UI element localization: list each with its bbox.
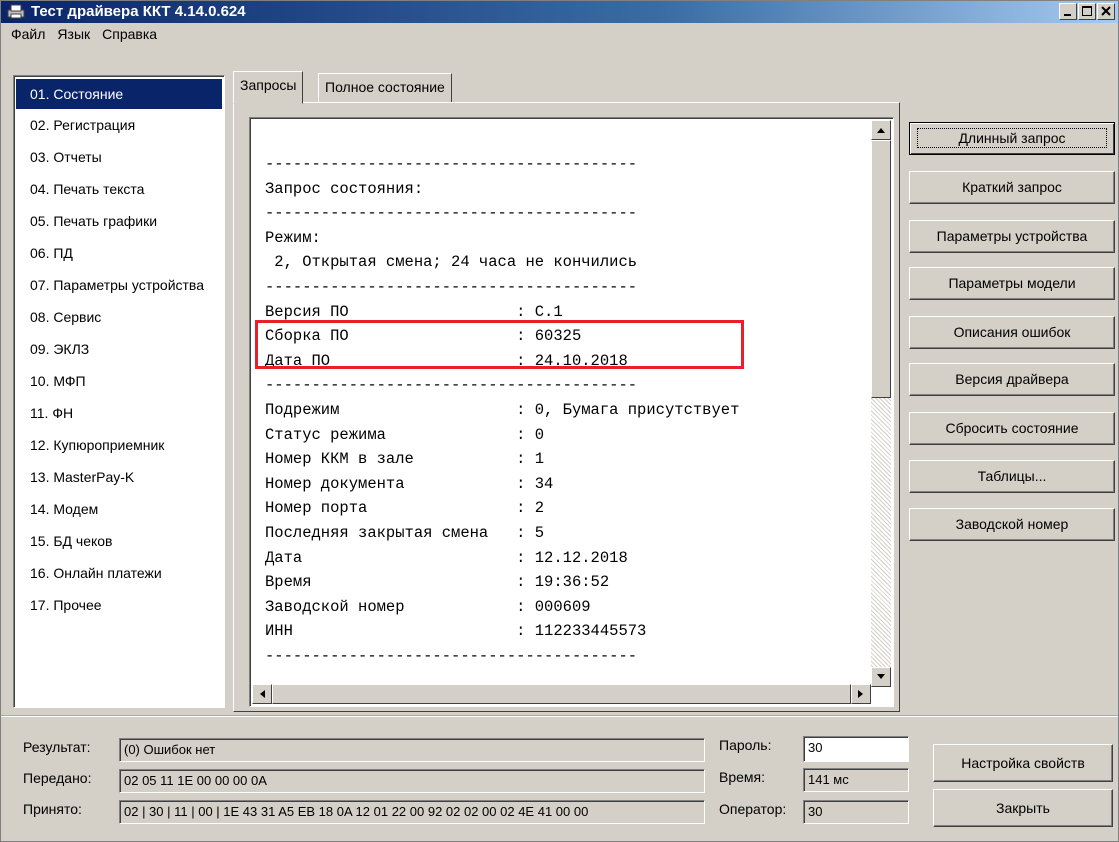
sidebar-item-mfp[interactable]: 10. МФП <box>16 366 222 396</box>
device-params-button[interactable]: Параметры устройства <box>909 220 1115 253</box>
menu-help[interactable]: Справка <box>96 26 163 42</box>
console-line: Номер документа : 34 <box>265 474 554 493</box>
console-line: ---------------------------------------- <box>265 155 638 173</box>
vertical-scroll-thumb[interactable] <box>871 140 891 398</box>
sidebar-item-modem[interactable]: 14. Модем <box>16 494 222 524</box>
reset-state-button[interactable]: Сбросить состояние <box>909 412 1115 445</box>
sidebar-item-pd[interactable]: 06. ПД <box>16 238 222 268</box>
maximize-icon <box>1082 6 1092 16</box>
title-bar: Тест драйвера ККТ 4.14.0.624 <box>1 1 1118 23</box>
console-line: Запрос состояния: <box>265 179 424 198</box>
password-label: Пароль: <box>719 737 772 753</box>
console-line: Статус режима : 0 <box>265 425 545 444</box>
sidebar-item-print-graphics[interactable]: 05. Печать графики <box>16 206 222 236</box>
scroll-right-button[interactable] <box>851 684 871 704</box>
arrow-down-icon <box>877 674 885 679</box>
console-line: Подрежим : 0, Бумага присутствует <box>265 400 740 419</box>
console-line: ---------------------------------------- <box>265 376 638 395</box>
console-line: ИНН : 112233445573 <box>265 622 647 641</box>
console-line: ---------------------------------------- <box>265 646 638 665</box>
arrow-right-icon <box>858 690 863 698</box>
sidebar-item-fn[interactable]: 11. ФН <box>16 398 222 428</box>
close-window-button[interactable] <box>1097 3 1115 20</box>
sidebar-item-other[interactable]: 17. Прочее <box>16 590 222 620</box>
console-line: Номер порта : 2 <box>265 499 545 518</box>
sidebar-item-receipts-db[interactable]: 15. БД чеков <box>16 526 222 556</box>
status-panel: Результат: (0) Ошибок нет Передано: 02 0… <box>1 715 1118 842</box>
arrow-up-icon <box>877 128 885 133</box>
sidebar-list: 01. Состояние 02. Регистрация 03. Отчеты… <box>13 75 225 708</box>
received-field: 02 | 30 | 11 | 00 | 1E 43 31 A5 EB 18 0A… <box>119 800 705 824</box>
console-line: ---------------------------------------- <box>265 277 638 296</box>
received-label: Принято: <box>23 801 82 817</box>
main-window: Тест драйвера ККТ 4.14.0.624 Файл Язык С… <box>0 0 1119 842</box>
error-descriptions-button[interactable]: Описания ошибок <box>909 316 1115 349</box>
model-params-button[interactable]: Параметры модели <box>909 267 1115 300</box>
time-label: Время: <box>719 769 766 785</box>
sent-field: 02 05 11 1E 00 00 00 0A <box>119 769 705 793</box>
short-request-button[interactable]: Краткий запрос <box>909 171 1115 204</box>
sidebar-item-device-params[interactable]: 07. Параметры устройства <box>16 270 222 300</box>
operator-field: 30 <box>803 800 909 824</box>
minimize-button[interactable] <box>1059 3 1077 20</box>
console-text: ----------------------------------------… <box>265 152 739 668</box>
menu-bar: Файл Язык Справка <box>1 23 1118 45</box>
close-icon <box>1101 6 1111 16</box>
maximize-button[interactable] <box>1078 3 1096 20</box>
menu-language[interactable]: Язык <box>51 26 96 42</box>
console-line: Заводской номер : 000609 <box>265 597 591 616</box>
sidebar-item-registration[interactable]: 02. Регистрация <box>16 110 222 140</box>
tab-full-status[interactable]: Полное состояние <box>318 73 452 103</box>
password-input[interactable]: 30 <box>803 736 909 762</box>
close-button[interactable]: Закрыть <box>933 789 1113 827</box>
driver-version-button[interactable]: Версия драйвера <box>909 363 1115 396</box>
output-console[interactable]: ----------------------------------------… <box>249 117 894 707</box>
console-line: Дата : 12.12.2018 <box>265 548 628 567</box>
scroll-left-button[interactable] <box>252 684 272 704</box>
scroll-down-button[interactable] <box>871 667 891 687</box>
serial-number-button[interactable]: Заводской номер <box>909 508 1115 541</box>
time-field: 141 мс <box>803 768 909 792</box>
console-line: ---------------------------------------- <box>265 204 638 223</box>
highlight-box <box>255 320 744 369</box>
settings-button[interactable]: Настройка свойств <box>933 744 1113 782</box>
sent-label: Передано: <box>23 770 92 786</box>
long-request-button[interactable]: Длинный запрос <box>909 122 1115 155</box>
sidebar-item-online-payments[interactable]: 16. Онлайн платежи <box>16 558 222 588</box>
operator-label: Оператор: <box>719 801 787 817</box>
arrow-left-icon <box>260 690 265 698</box>
long-request-label: Длинный запрос <box>917 128 1107 148</box>
sidebar-item-masterpay[interactable]: 13. MasterPay-K <box>16 462 222 492</box>
scroll-up-button[interactable] <box>871 120 891 140</box>
sidebar-item-eklz[interactable]: 09. ЭКЛЗ <box>16 334 222 364</box>
sidebar-item-status[interactable]: 01. Состояние <box>16 79 222 109</box>
console-line: Время : 19:36:52 <box>265 573 610 592</box>
horizontal-scroll-thumb[interactable] <box>272 684 851 704</box>
console-line: Номер ККМ в зале : 1 <box>265 450 545 469</box>
tables-button[interactable]: Таблицы... <box>909 460 1115 493</box>
sidebar-item-reports[interactable]: 03. Отчеты <box>16 142 222 172</box>
sidebar-item-service[interactable]: 08. Сервис <box>16 302 222 332</box>
vertical-scrollbar[interactable] <box>871 120 891 687</box>
menu-file[interactable]: Файл <box>5 26 51 42</box>
horizontal-scrollbar[interactable] <box>252 684 871 704</box>
printer-icon <box>7 4 25 19</box>
console-line: Последняя закрытая смена : 5 <box>265 523 545 542</box>
sidebar-item-print-text[interactable]: 04. Печать текста <box>16 174 222 204</box>
minimize-icon <box>1064 14 1071 16</box>
console-line: 2, Открытая смена; 24 часа не кончились <box>265 253 638 272</box>
result-label: Результат: <box>23 739 91 755</box>
sidebar-item-bill-acceptor[interactable]: 12. Купюроприемник <box>16 430 222 460</box>
tab-requests[interactable]: Запросы <box>233 71 304 104</box>
result-field: (0) Ошибок нет <box>119 738 705 762</box>
window-title: Тест драйвера ККТ 4.14.0.624 <box>31 3 246 20</box>
console-line: Режим: <box>265 228 321 247</box>
